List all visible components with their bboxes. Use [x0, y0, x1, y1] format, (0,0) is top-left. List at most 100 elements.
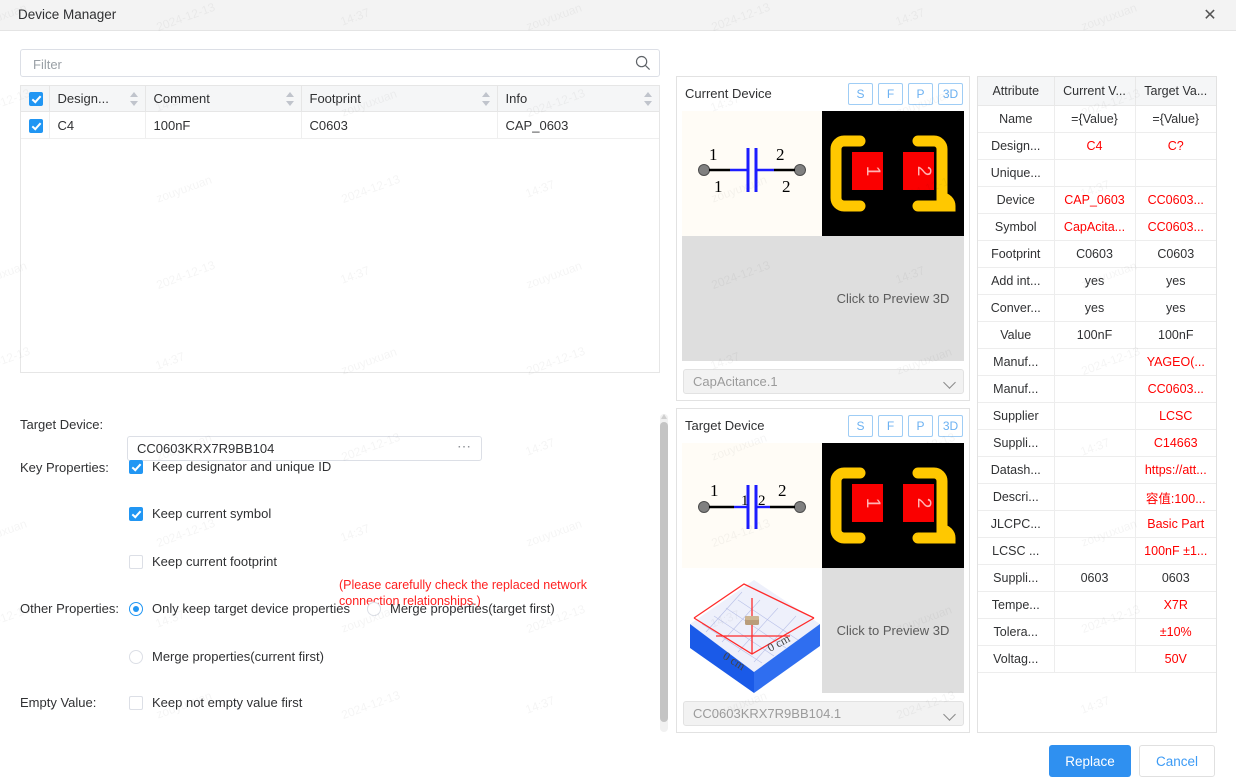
attribute-name-cell: Suppli... [978, 564, 1055, 592]
target-view-panel-button[interactable]: P [908, 415, 933, 437]
attribute-row[interactable]: LCSC ... 100nF ±1... [978, 537, 1216, 565]
chevron-down-icon[interactable] [943, 376, 956, 389]
only-target-properties-option[interactable]: Only keep target device properties [129, 601, 350, 616]
window-title: Device Manager [18, 7, 117, 22]
target-view-footprint-button[interactable]: F [878, 415, 903, 437]
keep-not-empty-option[interactable]: Keep not empty value first [129, 695, 302, 710]
sort-icon[interactable] [644, 91, 653, 107]
attribute-row[interactable]: Suppli... 0603 0603 [978, 564, 1216, 592]
attribute-row[interactable]: Manuf... YAGEO(... [978, 348, 1216, 376]
only-target-properties-radio[interactable] [129, 601, 143, 616]
sort-icon[interactable] [129, 91, 139, 107]
sort-icon[interactable] [285, 91, 295, 107]
search-input[interactable] [31, 50, 630, 78]
search-icon[interactable] [635, 55, 651, 71]
keep-not-empty-checkbox[interactable] [129, 695, 143, 710]
target-device-select[interactable]: CC0603KRX7R9BB104.1 [683, 701, 964, 726]
target-value-col-header[interactable]: Target Va... [1135, 77, 1216, 106]
replace-button[interactable]: Replace [1049, 745, 1131, 777]
attribute-current-value-cell: 0603 [1054, 564, 1136, 592]
title-bar: Device Manager ✕ [0, 0, 1236, 31]
attribute-row[interactable]: Unique... [978, 159, 1216, 187]
merge-target-first-radio[interactable] [367, 601, 381, 616]
attribute-row[interactable]: Name ={Value} ={Value} [978, 105, 1216, 133]
attribute-row[interactable]: Supplier LCSC [978, 402, 1216, 430]
target-device-field[interactable]: CC0603KRX7R9BB104 ⋯ [127, 436, 482, 461]
column-header-designator[interactable]: Design... [49, 86, 146, 112]
target-3d-preview-button[interactable]: Click to Preview 3D [822, 568, 964, 693]
keep-designator-checkbox[interactable] [129, 459, 143, 474]
target-3d-model-preview[interactable]: 0 cm 0 cm [682, 568, 822, 693]
attribute-row[interactable]: JLCPC... Basic Part [978, 510, 1216, 538]
close-icon[interactable]: ✕ [1190, 0, 1230, 30]
dialog-body: Design... Comment Footprint Info [0, 31, 1236, 777]
merge-current-first-radio[interactable] [129, 649, 143, 664]
target-view-3d-button[interactable]: 3D [938, 415, 963, 437]
left-panel-scrollbar[interactable] [660, 414, 668, 732]
current-device-select[interactable]: CapAcitance.1 [683, 369, 964, 394]
attribute-current-value-cell [1054, 591, 1136, 619]
row-select-cell[interactable] [21, 111, 50, 139]
merge-current-first-option[interactable]: Merge properties(current first) [129, 649, 324, 664]
target-view-symbol-button[interactable]: S [848, 415, 873, 437]
target-footprint-preview[interactable]: 1 2 [822, 443, 964, 568]
chevron-down-icon[interactable] [943, 708, 956, 721]
filter-field[interactable] [20, 49, 660, 78]
attribute-current-value-cell: CAP_0603 [1054, 186, 1136, 214]
dialog-footer: Replace Cancel [977, 745, 1217, 779]
column-header-footprint[interactable]: Footprint [301, 86, 498, 112]
attribute-row[interactable]: Descri... 容值:100... [978, 483, 1216, 511]
attribute-row[interactable]: Design... C4 C? [978, 132, 1216, 160]
attribute-row[interactable]: Value 100nF 100nF [978, 321, 1216, 349]
attribute-name-cell: Footprint [978, 240, 1055, 268]
table-row[interactable]: C4 100nF C0603 CAP_0603 [21, 111, 659, 139]
select-all-cell[interactable] [21, 86, 50, 112]
ellipsis-icon[interactable]: ⋯ [457, 438, 472, 455]
current-value-col-header[interactable]: Current V... [1054, 77, 1136, 106]
attribute-col-header[interactable]: Attribute [978, 77, 1055, 106]
keep-symbol-checkbox[interactable] [129, 506, 143, 521]
current-view-symbol-button[interactable]: S [848, 83, 873, 105]
attribute-row[interactable]: Footprint C0603 C0603 [978, 240, 1216, 268]
target-symbol-preview[interactable]: 1 2 1 2 [682, 443, 822, 568]
select-all-checkbox[interactable] [29, 92, 43, 107]
attribute-row[interactable]: Add int... yes yes [978, 267, 1216, 295]
column-header-info[interactable]: Info [497, 86, 659, 112]
scrollbar-thumb[interactable] [660, 422, 668, 722]
target-device-title: Target Device [685, 418, 765, 433]
attribute-row[interactable]: Tolera... ±10% [978, 618, 1216, 646]
column-header-info-label: Info [505, 91, 528, 106]
current-view-footprint-button[interactable]: F [878, 83, 903, 105]
attribute-current-value-cell: yes [1054, 267, 1136, 295]
current-footprint-preview[interactable]: 1 2 [822, 111, 964, 236]
attribute-row[interactable]: Voltag... 50V [978, 645, 1216, 673]
attribute-row[interactable]: Conver... yes yes [978, 294, 1216, 322]
current-view-3d-button[interactable]: 3D [938, 83, 963, 105]
attribute-row[interactable]: Datash... https://att... [978, 456, 1216, 484]
attribute-row[interactable]: Suppli... C14663 [978, 429, 1216, 457]
attribute-target-value-cell: X7R [1135, 591, 1216, 619]
attribute-current-value-cell [1054, 510, 1136, 538]
current-3d-preview-button[interactable]: Click to Preview 3D [822, 236, 964, 361]
attribute-row[interactable]: Manuf... CC0603... [978, 375, 1216, 403]
keep-footprint-option[interactable]: Keep current footprint [129, 554, 277, 569]
keep-designator-option[interactable]: Keep designator and unique ID [129, 459, 331, 474]
column-header-comment[interactable]: Comment [145, 86, 302, 112]
scroll-up-icon[interactable] [661, 414, 667, 419]
attribute-current-value-cell [1054, 645, 1136, 673]
current-symbol-preview[interactable]: 1 2 1 2 [682, 111, 822, 236]
merge-target-first-option[interactable]: Merge properties(target first) [367, 601, 555, 616]
attribute-row[interactable]: Tempe... X7R [978, 591, 1216, 619]
cancel-button[interactable]: Cancel [1139, 745, 1215, 777]
current-view-panel-button[interactable]: P [908, 83, 933, 105]
keep-footprint-checkbox[interactable] [129, 554, 143, 569]
keep-symbol-option[interactable]: Keep current symbol [129, 506, 271, 521]
cell-designator: C4 [49, 111, 146, 139]
row-checkbox[interactable] [29, 118, 43, 133]
sort-icon[interactable] [481, 91, 491, 107]
attribute-name-cell: Voltag... [978, 645, 1055, 673]
attribute-row[interactable]: Symbol CapAcita... CC0603... [978, 213, 1216, 241]
attribute-row[interactable]: Device CAP_0603 CC0603... [978, 186, 1216, 214]
attribute-name-cell: Symbol [978, 213, 1055, 241]
attribute-target-value-cell: 100nF ±1... [1135, 537, 1216, 565]
